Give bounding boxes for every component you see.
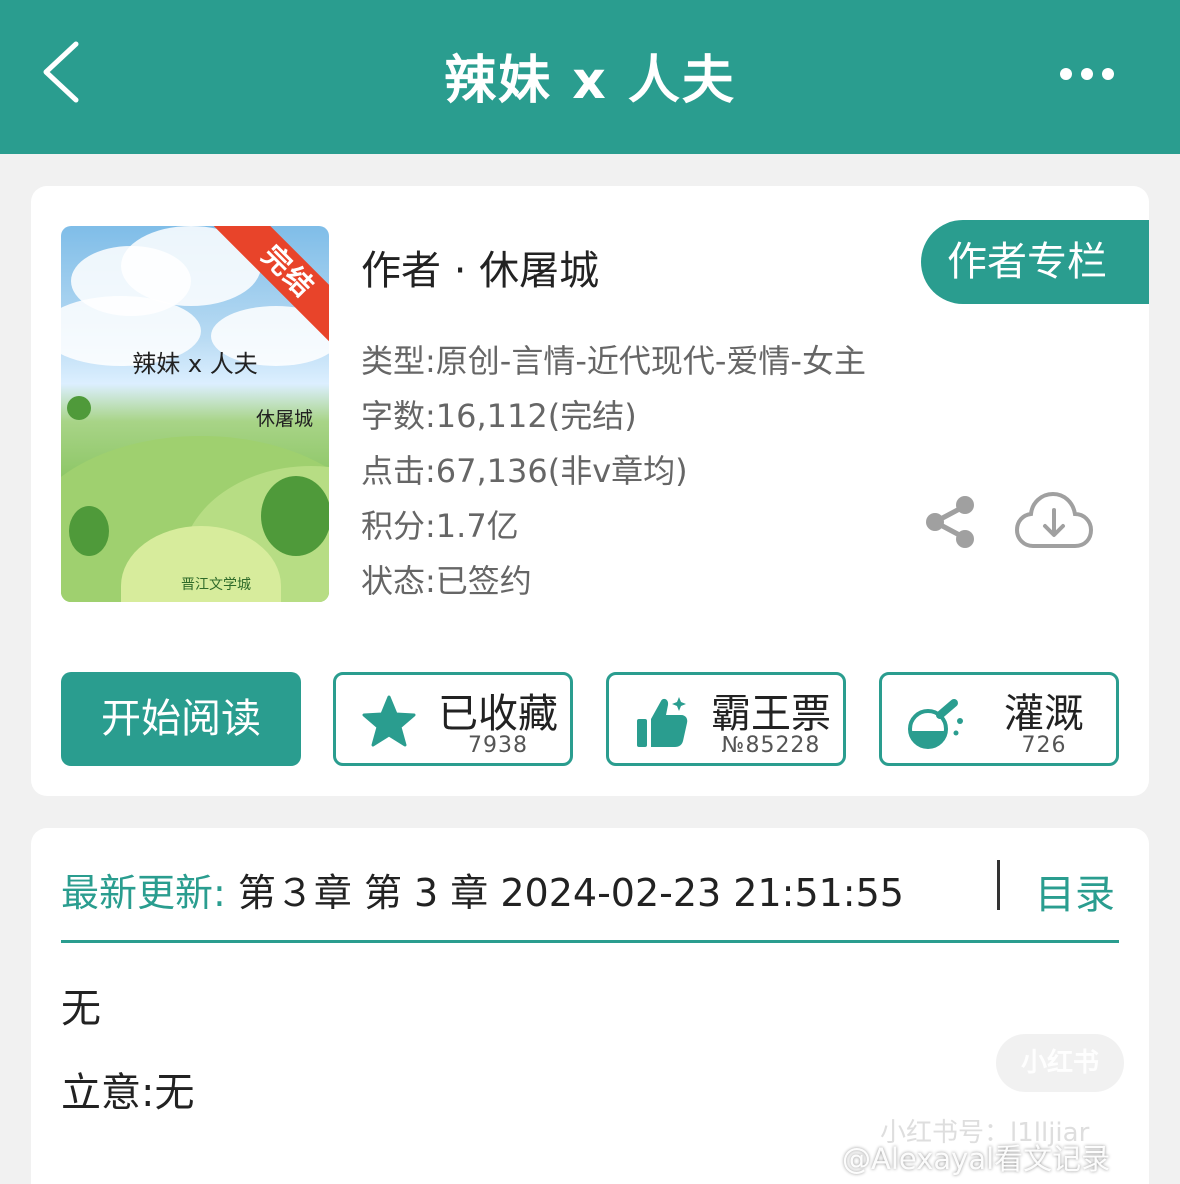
xiaohongshu-watermark: 小红书 [996,1034,1124,1092]
favorite-count: 7938 [468,733,528,758]
cover-tree [67,396,91,420]
more-button[interactable] [1060,62,1120,86]
star-icon [362,695,416,747]
book-cover[interactable]: 辣妹 x 人夫 休屠城 晋江文学城 完结 [61,226,329,602]
book-type: 类型:原创-言情-近代现代-爱情-女主 [361,342,866,380]
book-summary: 无 [61,986,101,1032]
cover-tree [69,506,109,556]
book-theme: 立意:无 [61,1070,195,1116]
start-reading-button[interactable]: 开始阅读 [61,672,301,766]
cover-tree [261,476,329,556]
top-bar: 辣妹 x 人夫 [0,0,1180,154]
click-count: 点击:67,136(非v章均) [361,452,688,490]
watering-button[interactable]: 灌溉 726 [879,672,1119,766]
thumbs-up-icon [637,697,688,747]
cover-publisher-logo: 晋江文学城 [181,577,251,593]
watering-count: 726 [1021,733,1067,758]
ticket-label: 霸王票 [711,691,831,737]
section-divider [61,940,1119,943]
more-dot [1081,68,1093,80]
points: 积分:1.7亿 [361,507,519,545]
favorite-button[interactable]: 已收藏 7938 [333,672,573,766]
cloud-download-icon[interactable] [1015,490,1093,552]
page-title: 辣妹 x 人夫 [444,51,736,111]
catalog-link[interactable]: 目录 [1035,862,1115,920]
word-count: 字数:16,112(完结) [361,397,637,435]
latest-update-value: 第３章 第 3 章 2024-02-23 21:51:55 [225,871,904,915]
latest-update-label: 最新更新: [61,871,226,915]
watering-label: 灌溉 [1004,691,1084,737]
cover-author: 休屠城 [255,408,313,430]
author-name[interactable]: 作者 · 休屠城 [361,238,599,296]
favorite-label: 已收藏 [438,691,558,737]
watering-flask-icon [908,699,963,749]
more-horizontal-icon [1060,68,1072,80]
ticket-button[interactable]: 霸王票 №85228 [606,672,846,766]
share-icon[interactable] [921,492,981,552]
weibo-watermark: @Alexayal看文记录 [842,1142,1111,1176]
vertical-divider [997,860,1000,910]
sign-status: 状态:已签约 [361,562,532,600]
cover-title: 辣妹 x 人夫 [132,350,258,378]
ticket-count: №85228 [721,733,821,758]
author-column-button[interactable]: 作者专栏 [921,220,1149,304]
more-dot [1102,68,1114,80]
book-info-card: 辣妹 x 人夫 休屠城 晋江文学城 完结 作者 · 休屠城 作者专栏 类型:原创… [31,186,1149,796]
latest-update[interactable]: 最新更新: 第３章 第 3 章 2024-02-23 21:51:55 [61,862,904,917]
